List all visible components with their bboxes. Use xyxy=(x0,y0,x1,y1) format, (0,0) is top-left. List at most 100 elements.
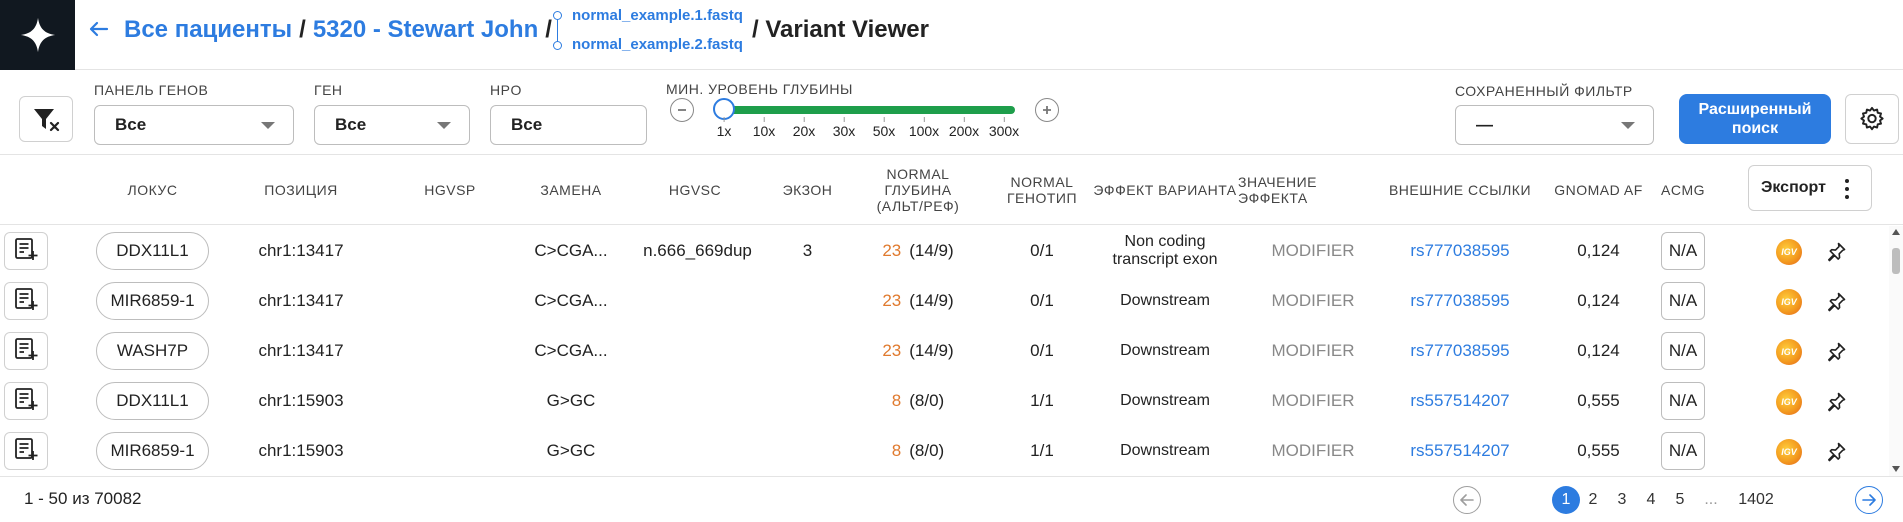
add-note-button[interactable] xyxy=(4,382,48,420)
page-4[interactable]: 4 xyxy=(1644,486,1658,514)
depth-total: 23 xyxy=(882,341,902,360)
pin-icon[interactable] xyxy=(1824,390,1848,414)
col-normal-depth[interactable]: NORMAL ГЛУБИНА (АЛЬТ/РЕФ) xyxy=(868,155,968,225)
dbsnp-link[interactable]: rs777038595 xyxy=(1380,226,1540,276)
dbsnp-link[interactable]: rs777038595 xyxy=(1380,276,1540,326)
file-link-1[interactable]: normal_example.1.fastq xyxy=(572,7,743,24)
arrow-left-icon[interactable] xyxy=(86,14,112,44)
col-hgvsp[interactable]: HGVSP xyxy=(400,155,500,225)
variant-effect-cell: Non coding transcript exon xyxy=(1112,233,1218,268)
table-row[interactable]: DDX11L1 chr1:13417 C>CGA... n.666_669dup 3 23… xyxy=(0,226,1890,276)
col-exon[interactable]: ЭКЗОН xyxy=(770,155,845,225)
table-row[interactable]: MIR6859-1 chr1:13417 C>CGA... 23 (14/9) 0/1 Do… xyxy=(0,276,1890,326)
scrollbar-thumb[interactable] xyxy=(1892,248,1900,274)
depth-cell: 23 (14/9) xyxy=(868,326,968,376)
col-locus[interactable]: ЛОКУС xyxy=(96,155,209,225)
pin-icon[interactable] xyxy=(1824,440,1848,464)
page-3[interactable]: 3 xyxy=(1615,486,1629,514)
igv-icon[interactable]: IGV xyxy=(1776,439,1802,465)
depth-slider-track[interactable] xyxy=(723,106,1015,114)
depth-ratio: (8/0) xyxy=(909,391,945,410)
scroll-up-icon[interactable] xyxy=(1892,229,1900,235)
scroll-down-icon[interactable] xyxy=(1892,466,1900,472)
locus-chip[interactable]: DDX11L1 xyxy=(96,382,209,420)
igv-icon[interactable]: IGV xyxy=(1776,289,1802,315)
col-substitution[interactable]: ЗАМЕНА xyxy=(521,155,621,225)
col-effect-value[interactable]: ЗНАЧЕНИЕ ЭФФЕКТА xyxy=(1238,155,1334,225)
arrow-right-icon xyxy=(1862,494,1876,506)
arrow-left-icon xyxy=(1460,494,1474,506)
locus-chip[interactable]: DDX11L1 xyxy=(96,232,209,270)
exon-cell: 3 xyxy=(802,241,813,260)
saved-filter-select[interactable]: — xyxy=(1455,105,1654,145)
table-row[interactable]: MIR6859-1 chr1:15903 G>GC 8 (8/0) 1/1 Downstre… xyxy=(0,426,1890,476)
col-variant-effect[interactable]: ЭФФЕКТ ВАРИАНТА xyxy=(1090,155,1240,225)
col-position[interactable]: ПОЗИЦИЯ xyxy=(236,155,366,225)
kebab-icon xyxy=(1845,179,1849,199)
add-note-button[interactable] xyxy=(4,232,48,270)
dbsnp-link[interactable]: rs557514207 xyxy=(1380,426,1540,476)
prev-page-button[interactable] xyxy=(1453,486,1481,514)
acmg-button[interactable]: N/A xyxy=(1661,282,1705,320)
pin-icon[interactable] xyxy=(1824,240,1848,264)
acmg-button[interactable]: N/A xyxy=(1661,382,1705,420)
export-button[interactable]: Экспорт xyxy=(1748,165,1872,211)
gene-panel-select[interactable]: Все xyxy=(94,105,294,145)
position-cell: chr1:15903 xyxy=(258,441,344,460)
variant-effect-cell: Downstream xyxy=(1120,392,1210,409)
gnomad-cell: 0,124 xyxy=(1577,341,1620,360)
col-normal-genotype[interactable]: NORMAL ГЕНОТИП xyxy=(998,155,1086,225)
gnomad-cell: 0,555 xyxy=(1577,391,1620,410)
variant-effect-cell: Downstream xyxy=(1120,292,1210,309)
col-hgvsc[interactable]: HGVSC xyxy=(635,155,755,225)
exon-cell xyxy=(770,426,845,476)
advanced-search-button[interactable]: Расширенный поиск xyxy=(1679,94,1831,144)
breadcrumb-separator: / xyxy=(299,16,306,43)
impact-cell: MODIFIER xyxy=(1271,341,1355,360)
settings-button[interactable] xyxy=(1845,94,1899,144)
hgvsc-cell xyxy=(630,376,765,426)
hpo-input[interactable]: Все xyxy=(490,105,647,145)
minus-circle-icon[interactable] xyxy=(670,98,694,122)
genotype-cell: 1/1 xyxy=(1030,391,1054,410)
add-note-button[interactable] xyxy=(4,332,48,370)
locus-chip[interactable]: WASH7P xyxy=(96,332,209,370)
clear-filters-button[interactable] xyxy=(19,96,73,142)
variant-effect-cell: Downstream xyxy=(1120,442,1210,459)
table-scrollbar[interactable] xyxy=(1889,226,1903,476)
depth-cell: 8 (8/0) xyxy=(868,426,968,476)
file-dot-icon xyxy=(553,11,562,20)
igv-icon[interactable]: IGV xyxy=(1776,389,1802,415)
app-logo[interactable] xyxy=(0,0,75,70)
acmg-button[interactable]: N/A xyxy=(1661,232,1705,270)
table-row[interactable]: WASH7P chr1:13417 C>CGA... 23 (14/9) 0/1 Downs… xyxy=(0,326,1890,376)
locus-chip[interactable]: MIR6859-1 xyxy=(96,282,209,320)
file-link-2[interactable]: normal_example.2.fastq xyxy=(572,36,743,53)
igv-icon[interactable]: IGV xyxy=(1776,339,1802,365)
gene-select[interactable]: Все xyxy=(314,105,470,145)
breadcrumb-patient[interactable]: 5320 - Stewart John xyxy=(313,16,538,44)
next-page-button[interactable] xyxy=(1855,486,1883,514)
plus-circle-icon[interactable] xyxy=(1035,98,1059,122)
add-note-button[interactable] xyxy=(4,282,48,320)
add-note-button[interactable] xyxy=(4,432,48,470)
depth-ratio: (14/9) xyxy=(909,291,954,310)
acmg-button[interactable]: N/A xyxy=(1661,432,1705,470)
igv-icon[interactable]: IGV xyxy=(1776,239,1802,265)
pin-icon[interactable] xyxy=(1824,290,1848,314)
depth-total: 8 xyxy=(891,441,902,460)
table-row[interactable]: DDX11L1 chr1:15903 G>GC 8 (8/0) 1/1 Downstream… xyxy=(0,376,1890,426)
page-1[interactable]: 1 xyxy=(1552,486,1580,514)
locus-chip[interactable]: MIR6859-1 xyxy=(96,432,209,470)
page-last[interactable]: 1402 xyxy=(1736,486,1776,514)
col-acmg[interactable]: ACMG xyxy=(1655,155,1711,225)
page-2[interactable]: 2 xyxy=(1586,486,1600,514)
acmg-button[interactable]: N/A xyxy=(1661,332,1705,370)
col-gnomad-af[interactable]: GNOMAD AF xyxy=(1545,155,1652,225)
pin-icon[interactable] xyxy=(1824,340,1848,364)
dbsnp-link[interactable]: rs557514207 xyxy=(1380,376,1540,426)
gnomad-cell: 0,124 xyxy=(1577,241,1620,260)
page-5[interactable]: 5 xyxy=(1673,486,1687,514)
breadcrumb-all-patients[interactable]: Все пациенты xyxy=(124,16,292,44)
dbsnp-link[interactable]: rs777038595 xyxy=(1380,326,1540,376)
